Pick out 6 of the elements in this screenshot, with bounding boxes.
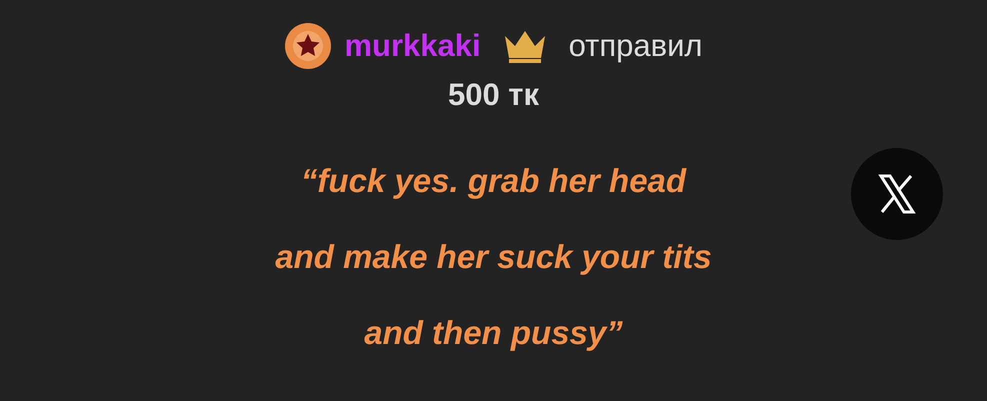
star-badge-icon <box>284 22 332 70</box>
tip-message: “fuck yes. grab her head and make her suck your tits and then pussy” <box>275 160 712 353</box>
tip-amount: 500 тк <box>448 76 540 114</box>
username[interactable]: murkkaki <box>344 22 481 70</box>
x-logo-icon[interactable] <box>851 148 943 240</box>
sent-label: отправил <box>568 26 703 65</box>
